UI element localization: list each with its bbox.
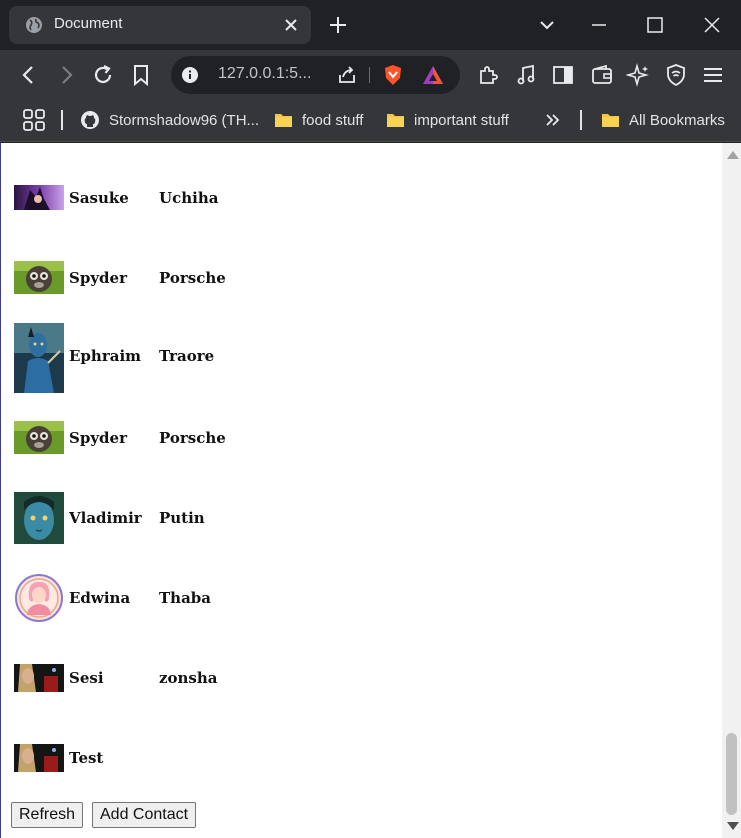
scroll-up-arrow-icon[interactable] [727, 151, 739, 159]
page-viewport: Sasuke Uchiha Spyder Porsche Ephraim Tra… [0, 143, 741, 838]
sidebar-icon[interactable] [551, 63, 575, 87]
media-music-icon[interactable] [514, 63, 538, 87]
contact-last-name: Porsche [159, 269, 226, 287]
tab-document[interactable]: Document [9, 6, 311, 44]
share-icon[interactable] [336, 64, 358, 86]
contact-last-name: Porsche [159, 429, 226, 447]
back-icon[interactable] [17, 63, 41, 87]
bookmark-icon[interactable] [129, 63, 153, 87]
globe-icon [26, 17, 42, 33]
minimize-icon[interactable] [587, 13, 611, 37]
contact-first-name: Edwina [69, 589, 131, 607]
bookmark-divider [580, 110, 582, 130]
page-frame-edge [0, 143, 1, 838]
leo-ai-icon[interactable] [626, 63, 650, 87]
bookmark-all-bookmarks[interactable]: All Bookmarks [601, 108, 725, 132]
extensions-icon[interactable] [476, 63, 500, 87]
maximize-icon[interactable] [643, 13, 667, 37]
contact-last-name: Putin [159, 509, 205, 527]
bookmark-all-label: All Bookmarks [629, 111, 725, 129]
folder-icon [602, 114, 619, 127]
wallet-icon[interactable] [590, 63, 614, 87]
bookmark-food-stuff[interactable]: food stuff [274, 108, 363, 132]
contact-last-name: Traore [159, 347, 215, 365]
menu-hamburger-icon[interactable] [701, 63, 725, 87]
monkey-avatar-image [14, 421, 64, 454]
url-text: 127.0.0.1:5... [218, 65, 312, 82]
female-icon-avatar-image [15, 574, 63, 622]
new-tab-icon[interactable] [326, 13, 350, 37]
contact-first-name: Ephraim [69, 347, 142, 365]
bookmark-github-label: Stormshadow96 (TH... [109, 111, 260, 129]
vpn-shield-icon[interactable] [664, 63, 688, 87]
close-window-icon[interactable] [700, 13, 724, 37]
tab-strip: Document [0, 0, 741, 50]
scrollbar-thumb[interactable] [726, 733, 737, 815]
contact-first-name: Sesi [69, 669, 104, 687]
close-tab-icon[interactable] [281, 15, 301, 35]
bookmark-important-stuff[interactable]: important stuff [386, 108, 509, 132]
tab-search-chevron-icon[interactable] [535, 13, 559, 37]
site-info-icon[interactable] [181, 66, 199, 84]
anime-avatar-image [14, 185, 64, 210]
contact-last-name: zonsha [159, 669, 218, 687]
thor-avatar-image [14, 664, 64, 692]
browser-toolbar: 127.0.0.1:5... [0, 50, 741, 100]
scroll-down-arrow-icon[interactable] [727, 822, 739, 830]
bookmark-github[interactable]: Stormshadow96 (TH... [80, 108, 259, 132]
navi-avatar-image [14, 323, 64, 393]
contact-first-name: Vladimir [69, 509, 142, 527]
bookmark-important-label: important stuff [414, 111, 509, 129]
folder-icon [387, 114, 404, 127]
more-bookmarks-chevron-icon[interactable] [542, 109, 564, 131]
folder-icon [275, 114, 292, 127]
brave-rewards-icon[interactable] [422, 64, 444, 86]
contact-last-name: Thaba [159, 589, 211, 607]
monkey-avatar-image [14, 261, 64, 294]
bookmark-divider [61, 110, 63, 130]
contact-first-name: Spyder [69, 269, 127, 287]
apps-grid-icon[interactable] [22, 108, 46, 132]
bookmark-food-label: food stuff [302, 111, 364, 129]
address-divider [369, 67, 370, 83]
navi-face-avatar-image [14, 492, 64, 544]
forward-icon[interactable] [54, 63, 78, 87]
reload-icon[interactable] [91, 63, 115, 87]
bookmarks-bar: Stormshadow96 (TH... food stuff importan… [0, 100, 741, 142]
contact-list: Sasuke Uchiha Spyder Porsche Ephraim Tra… [0, 143, 722, 838]
contact-first-name: Sasuke [69, 189, 129, 207]
github-icon [81, 111, 99, 129]
thor-avatar-image [14, 744, 64, 772]
page-scrollbar[interactable] [722, 143, 741, 838]
tab-title: Document [54, 15, 123, 32]
add-contact-button[interactable]: Add Contact [92, 802, 197, 828]
refresh-button[interactable]: Refresh [11, 802, 84, 828]
contact-first-name: Test [69, 749, 104, 767]
brave-shields-icon[interactable] [382, 64, 404, 86]
address-bar[interactable]: 127.0.0.1:5... [171, 56, 460, 94]
contact-last-name: Uchiha [159, 189, 219, 207]
contact-first-name: Spyder [69, 429, 127, 447]
